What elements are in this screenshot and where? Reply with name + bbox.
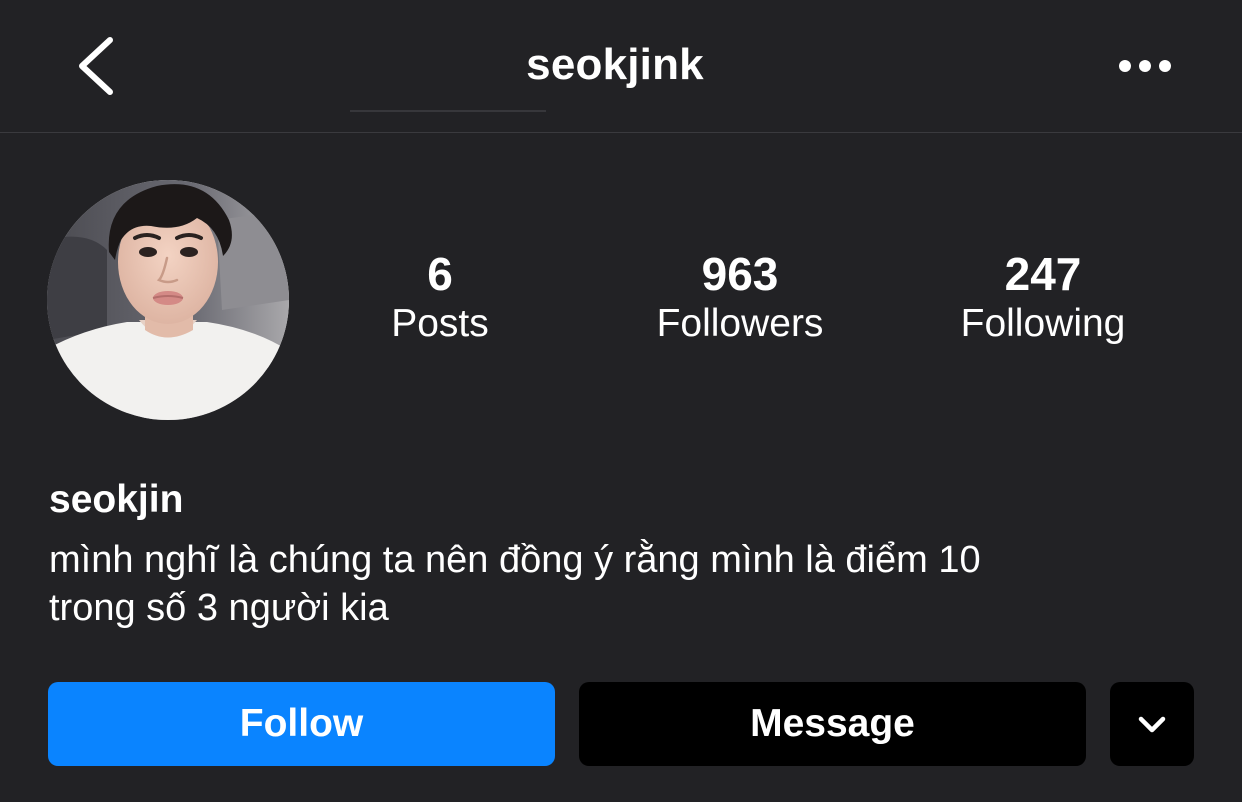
profile-photo [47, 180, 289, 420]
profile-screen: seokjink 6 Posts 963 Followers 247 Follo… [0, 0, 1242, 802]
stat-followers[interactable]: 963 Followers [620, 246, 860, 348]
more-options-button[interactable] [1110, 48, 1180, 84]
back-button[interactable] [66, 28, 130, 104]
followers-label: Followers [656, 302, 824, 345]
posts-count: 6 [427, 248, 453, 300]
display-name: seokjin [49, 478, 184, 521]
posts-label: Posts [391, 302, 489, 345]
follow-button[interactable]: Follow [48, 682, 555, 766]
stat-posts[interactable]: 6 Posts [360, 246, 520, 348]
ellipsis-horizontal-icon [1119, 60, 1131, 72]
bio-line: mình nghĩ là chúng ta nên đồng ý rằng mì… [49, 539, 981, 581]
followers-count: 963 [701, 248, 779, 300]
suggested-dropdown-button[interactable] [1110, 682, 1194, 766]
title-divider [350, 110, 546, 112]
ellipsis-dot [1139, 60, 1151, 72]
bio-text: mình nghĩ là chúng ta nên đồng ý rằng mì… [49, 536, 1199, 632]
ellipsis-dot [1159, 60, 1171, 72]
stat-following[interactable]: 247 Following [925, 246, 1161, 348]
page-title: seokjink [526, 40, 704, 89]
message-button[interactable]: Message [579, 682, 1086, 766]
chevron-left-icon [79, 37, 113, 95]
following-label: Following [960, 302, 1126, 345]
bio-line: trong số 3 người kia [49, 587, 389, 629]
following-count: 247 [1004, 248, 1082, 300]
nav-header: seokjink [0, 0, 1242, 133]
chevron-down-icon [1138, 716, 1166, 733]
avatar[interactable] [47, 180, 289, 420]
